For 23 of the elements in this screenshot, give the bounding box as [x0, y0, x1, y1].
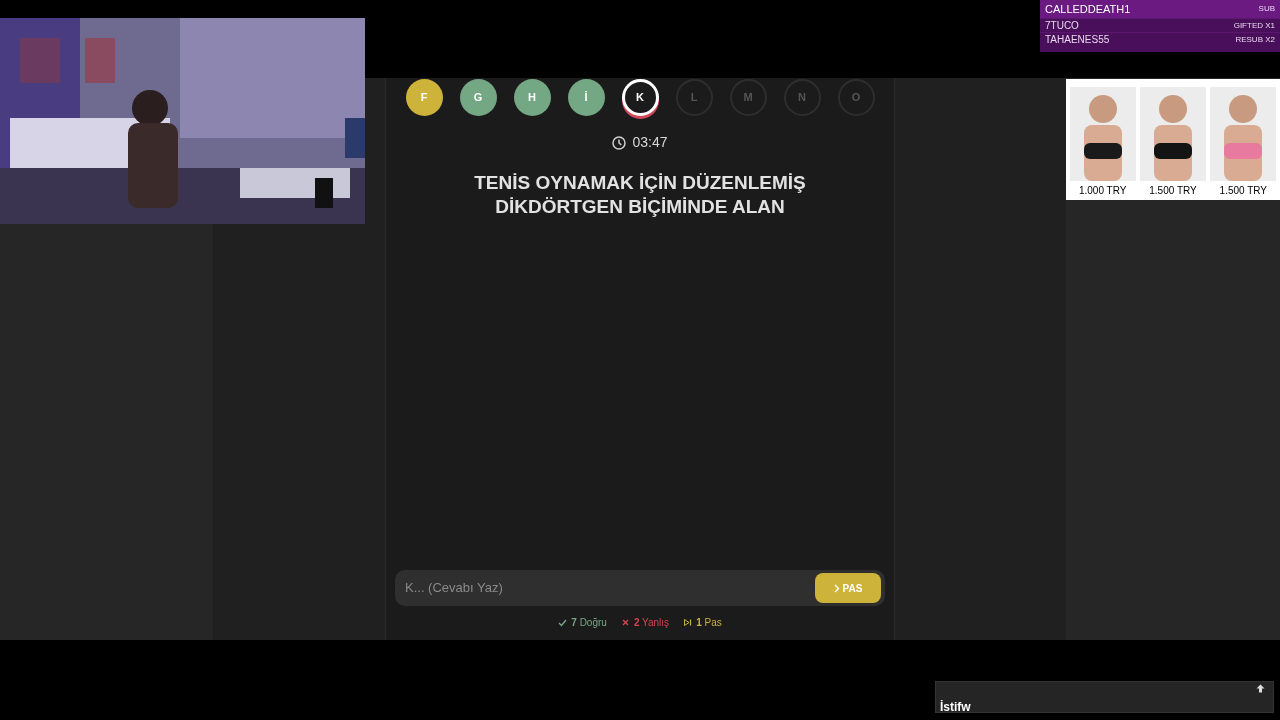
skip-icon [683, 618, 693, 627]
pass-button[interactable]: PAS [815, 573, 881, 603]
product-price: 1.000 TRY [1078, 184, 1127, 198]
clock-icon [612, 135, 627, 150]
product-price: 1.500 TRY [1219, 184, 1268, 198]
subscriber-name: 7TUCO [1045, 19, 1079, 33]
stat-text: 7 Doğru [571, 616, 607, 630]
subscriber-name: TAHAENES55 [1045, 33, 1110, 47]
stat-text: 1 Pas [696, 616, 722, 630]
pin-icon [1256, 684, 1265, 693]
sub-event: GIFTED X1 [1233, 19, 1275, 32]
chevron-icon [833, 583, 840, 593]
chat-message: İstifw [940, 700, 971, 714]
sub-event: SUB [1258, 3, 1275, 15]
timer: 03:47 [632, 133, 668, 152]
subscriber-name: CALLEDDEATH1 [1045, 1, 1131, 17]
question-text: TENİS OYNAMAK İÇİN DÜZENLEMİŞ DİKDÖRTGEN BİÇİMİNDE ALAN [473, 171, 807, 219]
sub-event: RESUB X2 [1235, 33, 1275, 46]
stat-text: 2 Yanlış [633, 616, 670, 630]
answer-field[interactable]: K... (Cevabı Yaz) PAS [395, 570, 885, 606]
close-icon [620, 618, 630, 627]
product-price: 1.500 TRY [1149, 184, 1197, 198]
check-icon [558, 618, 568, 627]
